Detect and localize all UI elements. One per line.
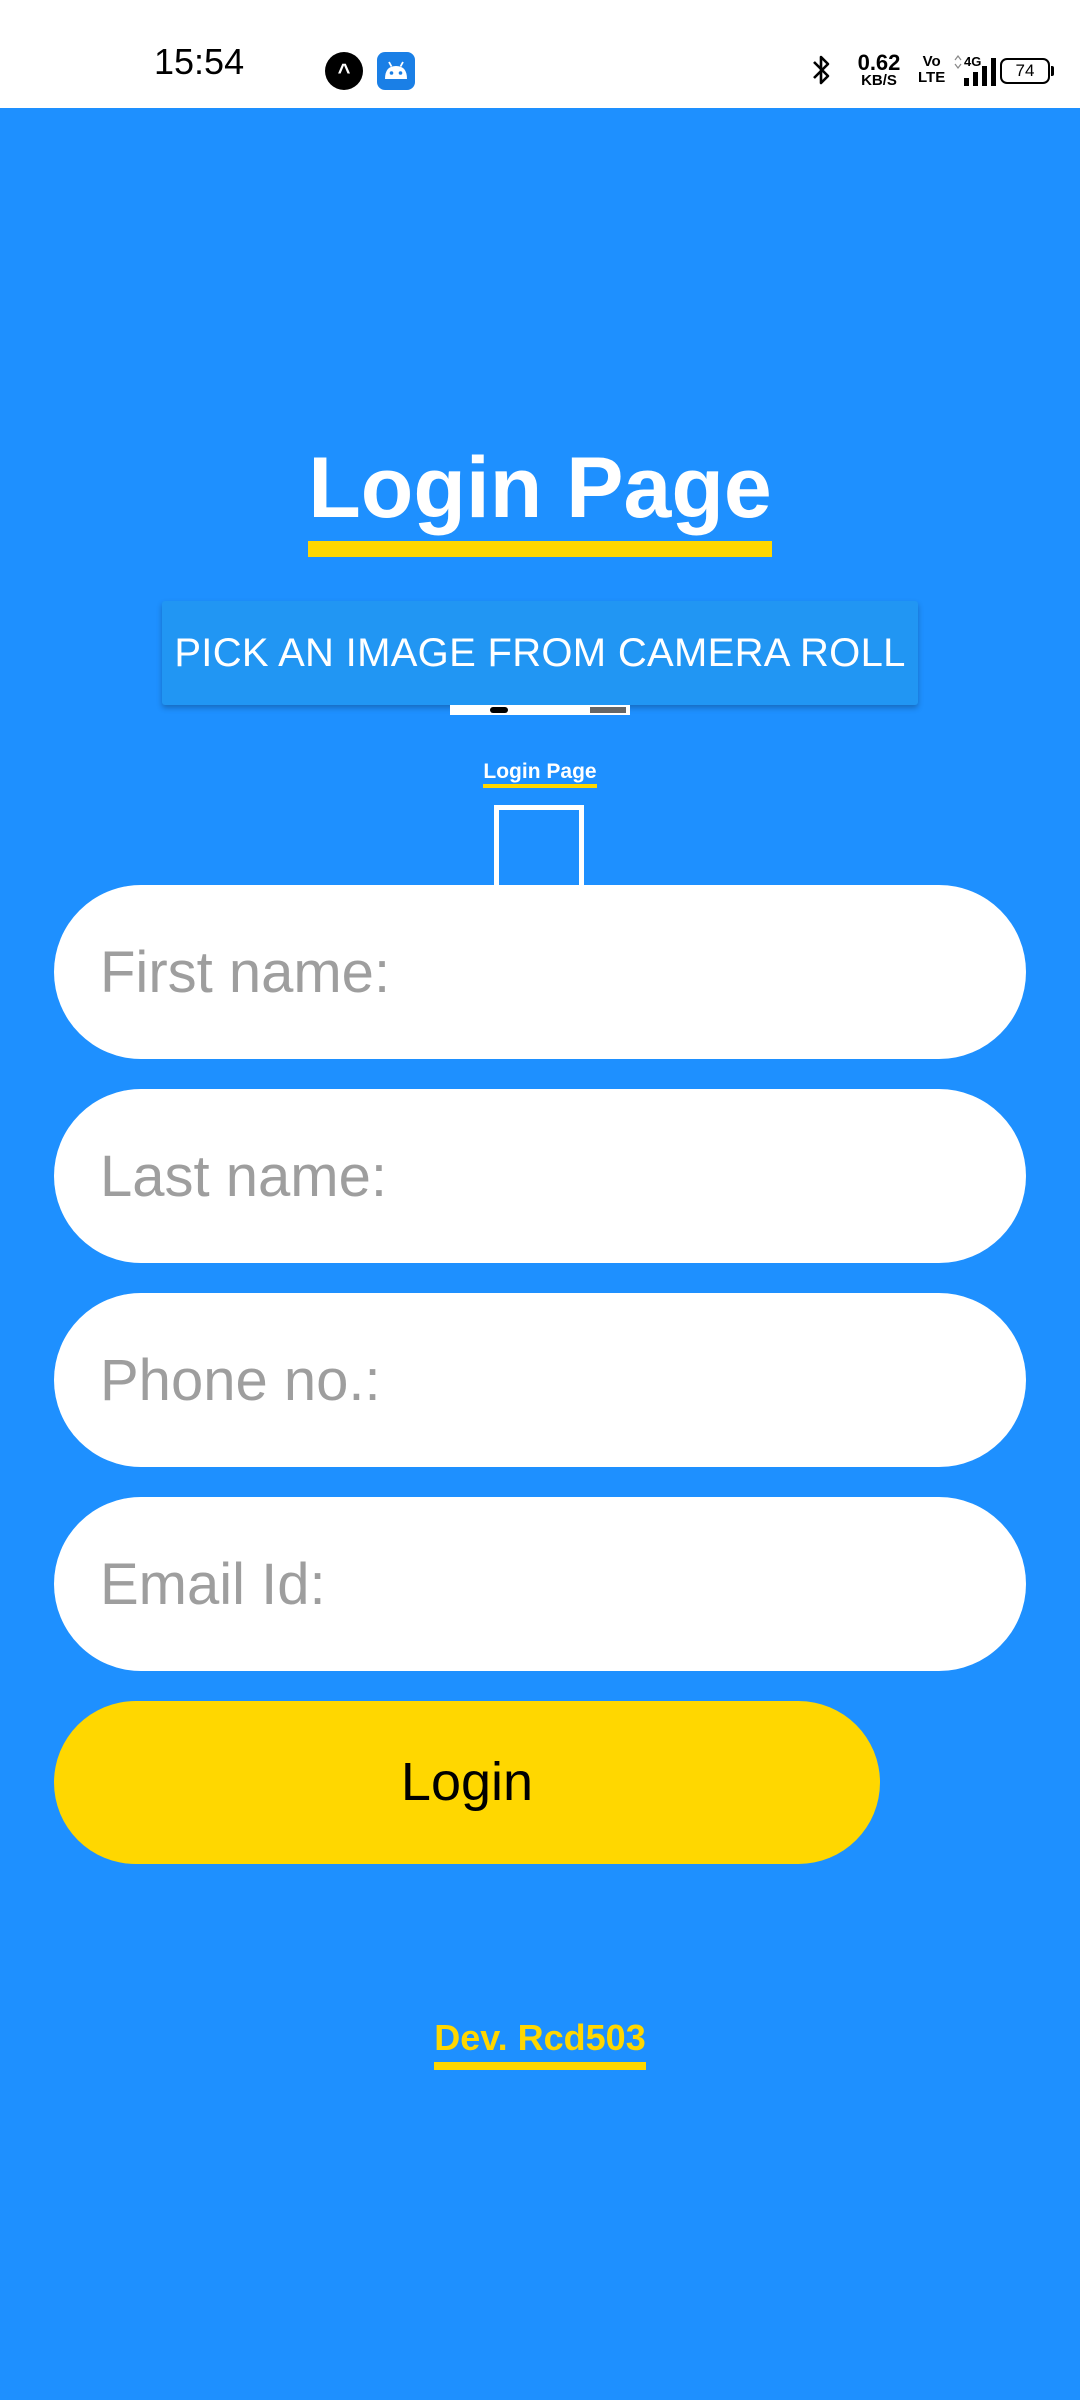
status-time: 15:54 bbox=[154, 41, 245, 82]
first-name-input[interactable] bbox=[100, 885, 1026, 1059]
login-button[interactable]: Login bbox=[54, 1701, 880, 1864]
svg-text:4G: 4G bbox=[964, 54, 981, 69]
preview-title: Login Page bbox=[448, 761, 632, 788]
battery-icon: 74 bbox=[1000, 58, 1054, 84]
phone-input[interactable] bbox=[100, 1293, 1026, 1467]
developer-credit: Dev. Rcd503 bbox=[0, 2020, 1080, 2070]
page-title-text: Login Page bbox=[308, 445, 772, 557]
last-name-input[interactable] bbox=[100, 1089, 1026, 1263]
android-app-icon bbox=[377, 52, 415, 90]
expo-app-icon: ^ bbox=[325, 52, 363, 90]
bluetooth-icon bbox=[813, 55, 830, 85]
network-speed: 0.62 KB/S bbox=[857, 50, 901, 89]
first-name-field[interactable] bbox=[54, 885, 1026, 1059]
developer-credit-text: Dev. Rcd503 bbox=[434, 2020, 646, 2070]
preview-status-bar bbox=[450, 705, 630, 715]
last-name-field[interactable] bbox=[54, 1089, 1026, 1263]
email-input[interactable] bbox=[100, 1497, 1026, 1671]
selected-image-preview: Login Page bbox=[448, 705, 632, 905]
signal-4g-icon: 4G bbox=[952, 54, 1002, 95]
volte-indicator: Vo LTE bbox=[918, 53, 946, 86]
phone-field[interactable] bbox=[54, 1293, 1026, 1467]
status-bar: 15:54 ^ 0.62 KB/S Vo LTE 4G 74 bbox=[0, 0, 1080, 108]
pick-image-button[interactable]: PICK AN IMAGE FROM CAMERA ROLL bbox=[162, 601, 918, 705]
email-field[interactable] bbox=[54, 1497, 1026, 1671]
page-title: Login Page bbox=[0, 445, 1080, 557]
